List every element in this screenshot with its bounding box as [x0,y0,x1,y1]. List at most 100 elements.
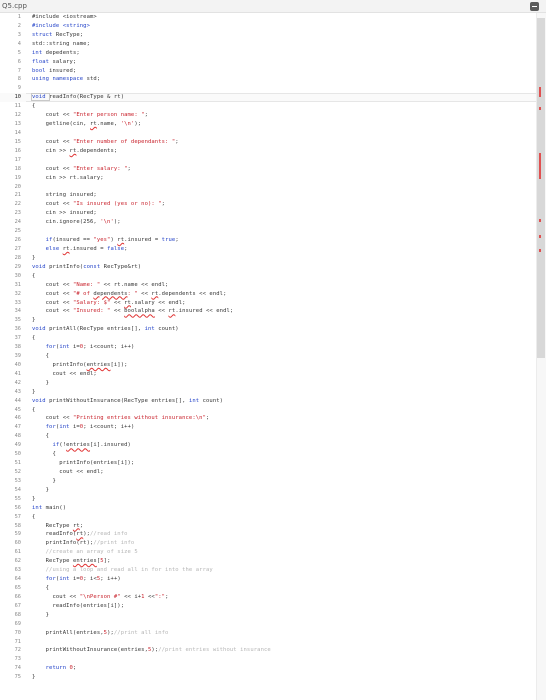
code-line[interactable]: 31 cout << "Name: " << rt.name << endl; [0,281,536,290]
code-line[interactable]: 62 RecType entries[5]; [0,557,536,566]
code-text[interactable]: void printAll(RecType entries[], int cou… [32,325,179,334]
code-line[interactable]: 2 #include <string> [0,22,536,31]
file-tab[interactable]: Q5.cpp [2,0,27,12]
code-text[interactable]: printWithoutInsurance(entries,5);//print… [32,646,271,655]
code-line[interactable]: 8 using namespace std; [0,75,536,84]
code-line[interactable]: 6 float salary; [0,58,536,67]
error-marker[interactable] [539,87,541,97]
code-line[interactable]: 41 cout << endl; [0,370,536,379]
code-text[interactable]: printAll(entries,5);//print all info [32,629,169,638]
code-text[interactable]: if(insured == "yes") rt.insured = true; [32,236,179,245]
code-line[interactable]: 15 cout << "Enter number of dependants: … [0,138,536,147]
error-marker[interactable] [539,249,541,252]
code-line[interactable]: 57 { [0,513,536,522]
code-text[interactable]: { [32,584,49,593]
code-text[interactable]: else rt.insured = false; [32,245,128,254]
code-text[interactable]: { [32,450,56,459]
code-line[interactable]: 42 } [0,379,536,388]
code-line[interactable]: 4 std::string name; [0,40,536,49]
code-line[interactable]: 52 cout << endl; [0,468,536,477]
code-line[interactable]: 40 printInfo(entries[i]); [0,361,536,370]
code-line[interactable]: 55} [0,495,536,504]
code-line[interactable]: 58 RecType rt; [0,522,536,531]
code-text[interactable]: //using a loop and read all in for into … [32,566,213,575]
code-line[interactable]: 75} [0,673,536,682]
code-text[interactable]: { [32,102,35,111]
code-line[interactable]: 14 [0,129,536,138]
code-text[interactable]: std::string name; [32,40,90,49]
code-line[interactable]: 66 cout << "\nPerson #" << i+1 <<":"; [0,593,536,602]
code-text[interactable]: cout << "Insured: " << boolalpha << rt.i… [32,307,234,316]
code-text[interactable]: } [32,388,35,397]
scrollbar-thumb[interactable] [537,18,545,358]
code-text[interactable]: if(!entries[i].insured) [32,441,131,450]
code-text[interactable]: } [32,254,35,263]
code-line[interactable]: 3 struct RecType; [0,31,536,40]
code-text[interactable]: { [32,352,49,361]
code-text[interactable]: return 0; [32,664,77,673]
code-line[interactable]: 24 cin.ignore(256, '\n'); [0,218,536,227]
code-text[interactable]: } [32,477,56,486]
code-line[interactable]: 53 } [0,477,536,486]
code-line[interactable]: 5 int depedents; [0,49,536,58]
code-line[interactable]: 27 else rt.insured = false; [0,245,536,254]
code-text[interactable]: } [32,673,35,682]
code-line[interactable]: 48 { [0,432,536,441]
code-text[interactable]: string insured; [32,191,97,200]
code-line[interactable]: 23 cin >> insured; [0,209,536,218]
code-line[interactable]: 43} [0,388,536,397]
code-line[interactable]: 11 { [0,102,536,111]
code-text[interactable]: } [32,495,35,504]
code-line[interactable]: 34 cout << "Insured: " << boolalpha << r… [0,307,536,316]
code-text[interactable]: int main() [32,504,66,513]
code-line[interactable]: 59 readInfo(rt);//read info [0,530,536,539]
code-line[interactable]: 7 bool insured; [0,67,536,76]
code-line[interactable]: 18 cout << "Enter salary: "; [0,165,536,174]
code-text[interactable]: int depedents; [32,49,80,58]
code-line[interactable]: 17 [0,156,536,165]
code-text[interactable]: #include <iostream> [32,13,97,22]
code-text[interactable]: cin >> rt.dependents; [32,147,118,156]
code-text[interactable]: cin >> insured; [32,209,97,218]
code-line[interactable]: 38 for(int i=0; i<count; i++) [0,343,536,352]
code-line[interactable]: 64 for(int i=0; i<5; i++) [0,575,536,584]
error-marker[interactable] [539,107,541,110]
code-text[interactable]: #include <string> [32,22,90,31]
code-line[interactable]: 29 void printInfo(const RecType&rt) [0,263,536,272]
code-text[interactable]: cout << "Salary: $" << rt.salary << endl… [32,299,186,308]
code-line[interactable]: 30 { [0,272,536,281]
code-text[interactable]: bool insured; [32,67,76,76]
code-text[interactable]: for(int i=0; i<5; i++) [32,575,121,584]
code-text[interactable]: cout << "Printing entries without insura… [32,414,210,423]
code-line[interactable]: 68 } [0,611,536,620]
code-text[interactable]: { [32,334,35,343]
code-text[interactable]: struct RecType; [32,31,83,40]
code-text[interactable]: printInfo(entries[i]); [32,361,128,370]
code-line[interactable]: 33 cout << "Salary: $" << rt.salary << e… [0,299,536,308]
code-line[interactable]: 51 printInfo(entries[i]); [0,459,536,468]
code-text[interactable]: { [32,432,49,441]
code-line[interactable]: 19 cin >> rt.salary; [0,174,536,183]
code-text[interactable]: getline(cin, rt.name, '\n'); [32,120,141,129]
code-text[interactable]: cout << "Enter person name: "; [32,111,148,120]
code-line[interactable]: 63 //using a loop and read all in for in… [0,566,536,575]
code-line[interactable]: 10 void readInfo(RecType & rt) [0,93,536,103]
code-text[interactable]: void printInfo(const RecType&rt) [32,263,141,272]
code-line[interactable]: 73 [0,655,536,664]
code-text[interactable]: } [32,379,49,388]
code-text[interactable]: readInfo(entries[i]); [32,602,124,611]
code-line[interactable]: 47 for(int i=0; i<count; i++) [0,423,536,432]
settings-icon[interactable] [530,2,539,11]
error-marker[interactable] [539,153,541,179]
code-editor[interactable]: 1 #include <iostream> 2 #include <string> 3 s… [0,13,546,700]
code-text[interactable]: float salary; [32,58,76,67]
code-text[interactable]: void readInfo(RecType & rt) [30,93,124,102]
code-line[interactable]: 25 [0,227,536,236]
code-line[interactable]: 46 cout << "Printing entries without ins… [0,414,536,423]
error-marker[interactable] [539,235,541,238]
code-line[interactable]: 56 int main() [0,504,536,513]
code-text[interactable]: //create an array of size 5 [32,548,138,557]
code-line[interactable]: 60 printInfo(rt);//print info [0,539,536,548]
code-line[interactable]: 69 [0,620,536,629]
code-line[interactable]: 1 #include <iostream> [0,13,536,22]
